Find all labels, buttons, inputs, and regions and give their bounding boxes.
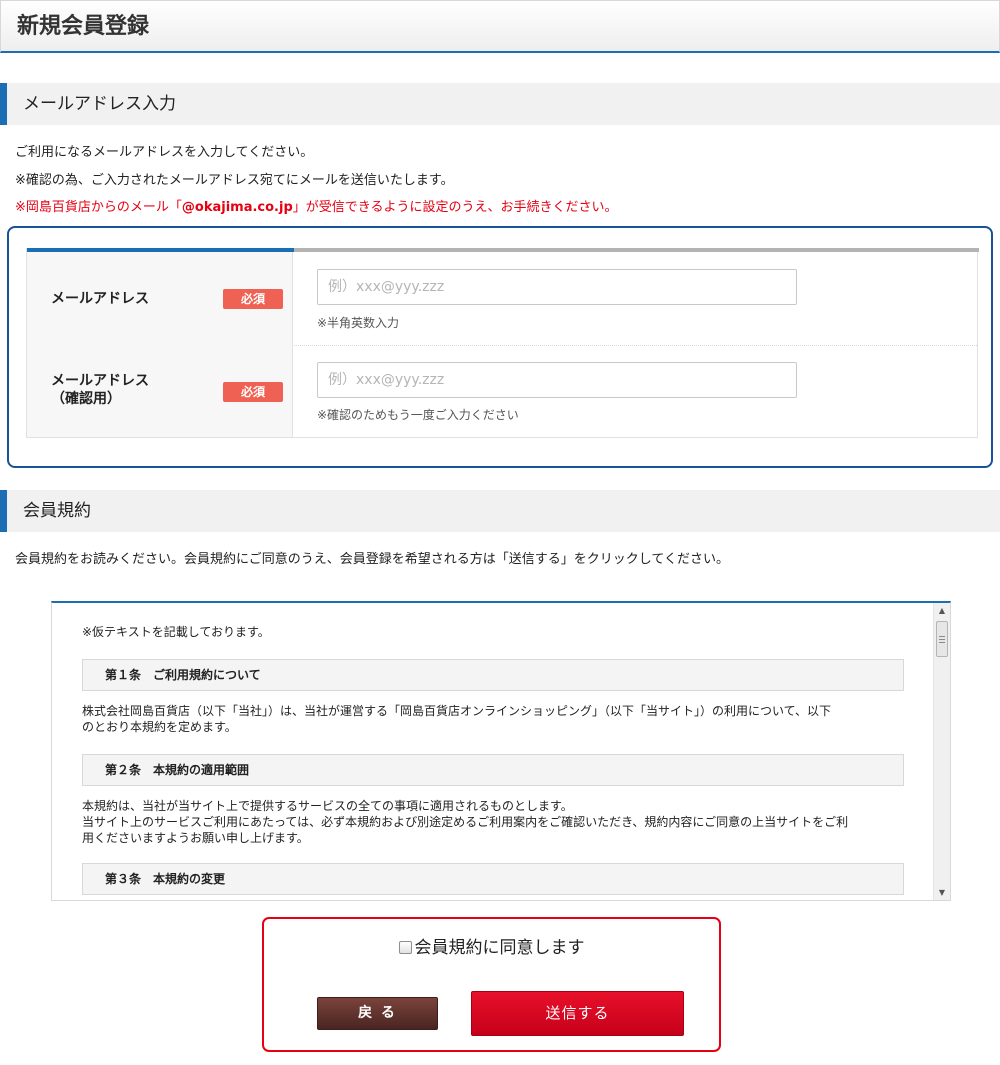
- warning-prefix: ※岡島百貨店からのメール「: [15, 200, 182, 215]
- article-body-line: 用くださいますようお願い申し上げます。: [82, 831, 309, 845]
- required-badge: 必須: [223, 289, 283, 309]
- email-confirm-row: メールアドレス （確認用） 必須 ※確認のためもう一度ご入力ください: [27, 345, 977, 437]
- email-confirm-input-cell: ※確認のためもう一度ご入力ください: [293, 345, 977, 437]
- article-body-line: 本規約は、当社が当サイト上で提供するサービスの全ての事項に適用されるものとします…: [82, 799, 573, 813]
- email-form-table: メールアドレス 必須 ※半角英数入力 メールアドレス （確認用） 必須 ※確認の…: [26, 248, 979, 438]
- email-label: メールアドレス: [51, 291, 149, 307]
- warning-domain: @okajima.co.jp: [181, 200, 293, 215]
- email-confirm-input[interactable]: [317, 362, 797, 398]
- terms-scroll-box[interactable]: ※仮テキストを記載しております。 第１条 ご利用規約について 株式会社岡島百貨店…: [51, 601, 951, 901]
- grip-line: [939, 636, 945, 637]
- email-warning-text: ※岡島百貨店からのメール「@okajima.co.jp」が受信できるように設定の…: [15, 199, 618, 217]
- grip-line: [939, 642, 945, 643]
- submit-button[interactable]: 送信する: [471, 991, 684, 1036]
- back-button[interactable]: 戻 る: [317, 997, 438, 1030]
- email-label-cell: メールアドレス 必須: [27, 252, 293, 345]
- email-confirm-label-sub: （確認用）: [51, 391, 121, 407]
- agreement-box: 会員規約に同意します 戻 る 送信する: [262, 917, 721, 1052]
- agreement-line: 会員規約に同意します: [264, 933, 719, 958]
- article-title: 第３条 本規約の変更: [82, 863, 904, 895]
- email-confirm-label-cell: メールアドレス （確認用） 必須: [27, 345, 293, 437]
- email-input-cell: ※半角英数入力: [293, 252, 977, 345]
- email-hint: ※半角英数入力: [317, 316, 400, 330]
- email-form-box: メールアドレス 必須 ※半角英数入力 メールアドレス （確認用） 必須 ※確認の…: [7, 226, 993, 468]
- email-confirm-label: メールアドレス: [51, 373, 149, 389]
- warning-suffix: 」が受信できるように設定のうえ、お手続きください。: [292, 200, 618, 215]
- article-body-line: 株式会社岡島百貨店（以下「当社」）は、当社が運営する「岡島百貨店オンラインショッ…: [82, 704, 832, 718]
- article-title: 第２条 本規約の適用範囲: [82, 754, 904, 786]
- article-body: 株式会社岡島百貨店（以下「当社」）は、当社が運営する「岡島百貨店オンラインショッ…: [82, 703, 904, 735]
- email-intro-text: ご利用になるメールアドレスを入力してください。: [15, 145, 314, 160]
- terms-section-heading: 会員規約: [0, 490, 1000, 532]
- terms-note: ※仮テキストを記載しております。: [82, 625, 270, 639]
- article-body-line: のとおり本規約を定めます。: [82, 720, 237, 734]
- article-title: 第１条 ご利用規約について: [82, 659, 904, 691]
- agree-checkbox-label[interactable]: 会員規約に同意します: [415, 938, 585, 958]
- email-input[interactable]: [317, 269, 797, 305]
- terms-scrollbar[interactable]: ▲ ▼: [933, 603, 950, 900]
- agree-checkbox[interactable]: [398, 941, 412, 954]
- required-badge: 必須: [223, 382, 283, 402]
- email-row: メールアドレス 必須 ※半角英数入力: [27, 252, 977, 345]
- scroll-down-icon[interactable]: ▼: [934, 885, 950, 900]
- page-title: 新規会員登録: [0, 0, 1000, 53]
- scroll-thumb[interactable]: [936, 621, 948, 657]
- article-body-line: 当サイト上のサービスご利用にあたっては、必ず本規約および別途定めるご利用案内をご…: [82, 815, 849, 829]
- email-confirm-hint: ※確認のためもう一度ご入力ください: [317, 408, 519, 422]
- grip-line: [939, 639, 945, 640]
- article-body: 本規約は、当社が当サイト上で提供するサービスの全ての事項に適用されるものとします…: [82, 798, 904, 846]
- email-section-heading: メールアドレス入力: [0, 83, 1000, 125]
- scroll-up-icon[interactable]: ▲: [934, 603, 950, 619]
- email-note-text: ※確認の為、ご入力されたメールアドレス宛てにメールを送信いたします。: [15, 173, 454, 188]
- terms-intro-text: 会員規約をお読みください。会員規約にご同意のうえ、会員登録を希望される方は「送信…: [15, 552, 729, 567]
